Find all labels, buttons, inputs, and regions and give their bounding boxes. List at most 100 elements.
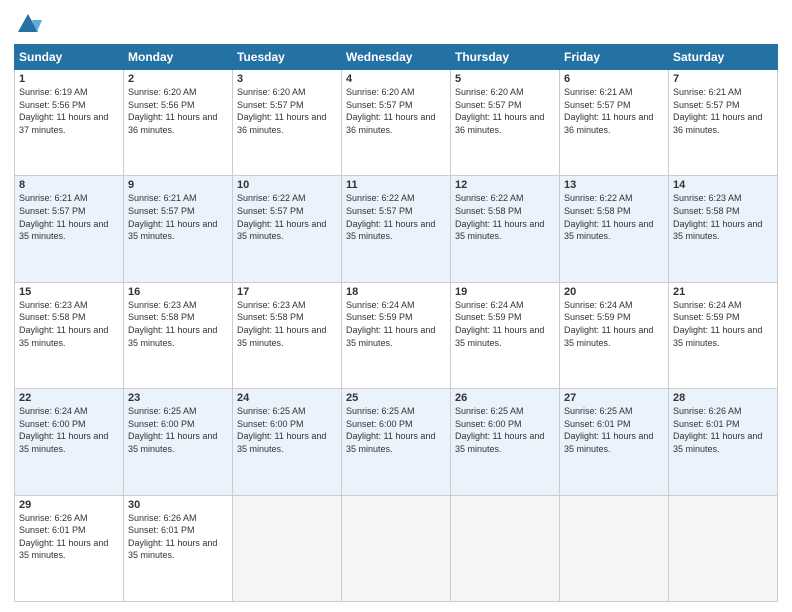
day-number: 6 (564, 73, 664, 85)
calendar-table: Sunday Monday Tuesday Wednesday Thursday… (14, 44, 778, 602)
page: Sunday Monday Tuesday Wednesday Thursday… (0, 0, 792, 612)
table-row: 6 Sunrise: 6:21 AMSunset: 5:57 PMDayligh… (560, 70, 669, 176)
table-row: 27 Sunrise: 6:25 AMSunset: 6:01 PMDaylig… (560, 389, 669, 495)
day-number: 2 (128, 73, 228, 85)
day-number: 9 (128, 179, 228, 191)
day-number: 24 (237, 392, 337, 404)
day-number: 17 (237, 286, 337, 298)
table-row: 22 Sunrise: 6:24 AMSunset: 6:00 PMDaylig… (15, 389, 124, 495)
week-row-4: 22 Sunrise: 6:24 AMSunset: 6:00 PMDaylig… (15, 389, 778, 495)
col-thursday: Thursday (451, 45, 560, 70)
day-info: Sunrise: 6:26 AMSunset: 6:01 PMDaylight:… (673, 406, 762, 454)
day-number: 4 (346, 73, 446, 85)
table-row: 28 Sunrise: 6:26 AMSunset: 6:01 PMDaylig… (669, 389, 778, 495)
table-row: 30 Sunrise: 6:26 AMSunset: 6:01 PMDaylig… (124, 495, 233, 601)
day-info: Sunrise: 6:25 AMSunset: 6:00 PMDaylight:… (346, 406, 435, 454)
day-number: 21 (673, 286, 773, 298)
day-info: Sunrise: 6:25 AMSunset: 6:01 PMDaylight:… (564, 406, 653, 454)
table-row: 9 Sunrise: 6:21 AMSunset: 5:57 PMDayligh… (124, 176, 233, 282)
day-number: 26 (455, 392, 555, 404)
day-info: Sunrise: 6:26 AMSunset: 6:01 PMDaylight:… (128, 513, 217, 561)
day-number: 22 (19, 392, 119, 404)
table-row: 15 Sunrise: 6:23 AMSunset: 5:58 PMDaylig… (15, 282, 124, 388)
day-info: Sunrise: 6:20 AMSunset: 5:57 PMDaylight:… (237, 87, 326, 135)
table-row (560, 495, 669, 601)
day-number: 5 (455, 73, 555, 85)
day-info: Sunrise: 6:22 AMSunset: 5:57 PMDaylight:… (237, 193, 326, 241)
day-info: Sunrise: 6:24 AMSunset: 5:59 PMDaylight:… (673, 300, 762, 348)
week-row-3: 15 Sunrise: 6:23 AMSunset: 5:58 PMDaylig… (15, 282, 778, 388)
day-info: Sunrise: 6:24 AMSunset: 5:59 PMDaylight:… (346, 300, 435, 348)
day-info: Sunrise: 6:21 AMSunset: 5:57 PMDaylight:… (19, 193, 108, 241)
day-number: 23 (128, 392, 228, 404)
week-row-1: 1 Sunrise: 6:19 AMSunset: 5:56 PMDayligh… (15, 70, 778, 176)
day-info: Sunrise: 6:23 AMSunset: 5:58 PMDaylight:… (128, 300, 217, 348)
table-row: 18 Sunrise: 6:24 AMSunset: 5:59 PMDaylig… (342, 282, 451, 388)
day-info: Sunrise: 6:24 AMSunset: 5:59 PMDaylight:… (564, 300, 653, 348)
table-row: 16 Sunrise: 6:23 AMSunset: 5:58 PMDaylig… (124, 282, 233, 388)
table-row: 11 Sunrise: 6:22 AMSunset: 5:57 PMDaylig… (342, 176, 451, 282)
table-row (669, 495, 778, 601)
table-row: 13 Sunrise: 6:22 AMSunset: 5:58 PMDaylig… (560, 176, 669, 282)
col-tuesday: Tuesday (233, 45, 342, 70)
week-row-2: 8 Sunrise: 6:21 AMSunset: 5:57 PMDayligh… (15, 176, 778, 282)
day-info: Sunrise: 6:22 AMSunset: 5:58 PMDaylight:… (455, 193, 544, 241)
day-info: Sunrise: 6:26 AMSunset: 6:01 PMDaylight:… (19, 513, 108, 561)
table-row: 4 Sunrise: 6:20 AMSunset: 5:57 PMDayligh… (342, 70, 451, 176)
table-row (233, 495, 342, 601)
col-monday: Monday (124, 45, 233, 70)
col-friday: Friday (560, 45, 669, 70)
table-row: 3 Sunrise: 6:20 AMSunset: 5:57 PMDayligh… (233, 70, 342, 176)
table-row: 29 Sunrise: 6:26 AMSunset: 6:01 PMDaylig… (15, 495, 124, 601)
day-number: 3 (237, 73, 337, 85)
day-info: Sunrise: 6:23 AMSunset: 5:58 PMDaylight:… (19, 300, 108, 348)
calendar-header-row: Sunday Monday Tuesday Wednesday Thursday… (15, 45, 778, 70)
day-number: 29 (19, 499, 119, 511)
day-info: Sunrise: 6:21 AMSunset: 5:57 PMDaylight:… (128, 193, 217, 241)
day-number: 8 (19, 179, 119, 191)
table-row: 2 Sunrise: 6:20 AMSunset: 5:56 PMDayligh… (124, 70, 233, 176)
day-number: 16 (128, 286, 228, 298)
day-number: 27 (564, 392, 664, 404)
day-info: Sunrise: 6:20 AMSunset: 5:57 PMDaylight:… (455, 87, 544, 135)
day-number: 28 (673, 392, 773, 404)
day-number: 14 (673, 179, 773, 191)
week-row-5: 29 Sunrise: 6:26 AMSunset: 6:01 PMDaylig… (15, 495, 778, 601)
day-number: 13 (564, 179, 664, 191)
col-sunday: Sunday (15, 45, 124, 70)
day-info: Sunrise: 6:20 AMSunset: 5:57 PMDaylight:… (346, 87, 435, 135)
day-info: Sunrise: 6:24 AMSunset: 5:59 PMDaylight:… (455, 300, 544, 348)
day-info: Sunrise: 6:21 AMSunset: 5:57 PMDaylight:… (564, 87, 653, 135)
day-info: Sunrise: 6:22 AMSunset: 5:58 PMDaylight:… (564, 193, 653, 241)
table-row: 24 Sunrise: 6:25 AMSunset: 6:00 PMDaylig… (233, 389, 342, 495)
day-number: 12 (455, 179, 555, 191)
table-row: 21 Sunrise: 6:24 AMSunset: 5:59 PMDaylig… (669, 282, 778, 388)
header (14, 10, 778, 38)
table-row: 5 Sunrise: 6:20 AMSunset: 5:57 PMDayligh… (451, 70, 560, 176)
day-number: 19 (455, 286, 555, 298)
table-row: 10 Sunrise: 6:22 AMSunset: 5:57 PMDaylig… (233, 176, 342, 282)
table-row: 8 Sunrise: 6:21 AMSunset: 5:57 PMDayligh… (15, 176, 124, 282)
day-info: Sunrise: 6:23 AMSunset: 5:58 PMDaylight:… (237, 300, 326, 348)
day-number: 20 (564, 286, 664, 298)
day-number: 15 (19, 286, 119, 298)
day-info: Sunrise: 6:25 AMSunset: 6:00 PMDaylight:… (237, 406, 326, 454)
table-row: 20 Sunrise: 6:24 AMSunset: 5:59 PMDaylig… (560, 282, 669, 388)
day-number: 10 (237, 179, 337, 191)
table-row (342, 495, 451, 601)
logo-icon (14, 10, 42, 38)
table-row: 17 Sunrise: 6:23 AMSunset: 5:58 PMDaylig… (233, 282, 342, 388)
day-info: Sunrise: 6:20 AMSunset: 5:56 PMDaylight:… (128, 87, 217, 135)
table-row (451, 495, 560, 601)
day-number: 7 (673, 73, 773, 85)
col-wednesday: Wednesday (342, 45, 451, 70)
day-info: Sunrise: 6:25 AMSunset: 6:00 PMDaylight:… (128, 406, 217, 454)
table-row: 12 Sunrise: 6:22 AMSunset: 5:58 PMDaylig… (451, 176, 560, 282)
table-row: 14 Sunrise: 6:23 AMSunset: 5:58 PMDaylig… (669, 176, 778, 282)
day-info: Sunrise: 6:21 AMSunset: 5:57 PMDaylight:… (673, 87, 762, 135)
day-number: 18 (346, 286, 446, 298)
day-info: Sunrise: 6:25 AMSunset: 6:00 PMDaylight:… (455, 406, 544, 454)
day-info: Sunrise: 6:22 AMSunset: 5:57 PMDaylight:… (346, 193, 435, 241)
col-saturday: Saturday (669, 45, 778, 70)
table-row: 7 Sunrise: 6:21 AMSunset: 5:57 PMDayligh… (669, 70, 778, 176)
